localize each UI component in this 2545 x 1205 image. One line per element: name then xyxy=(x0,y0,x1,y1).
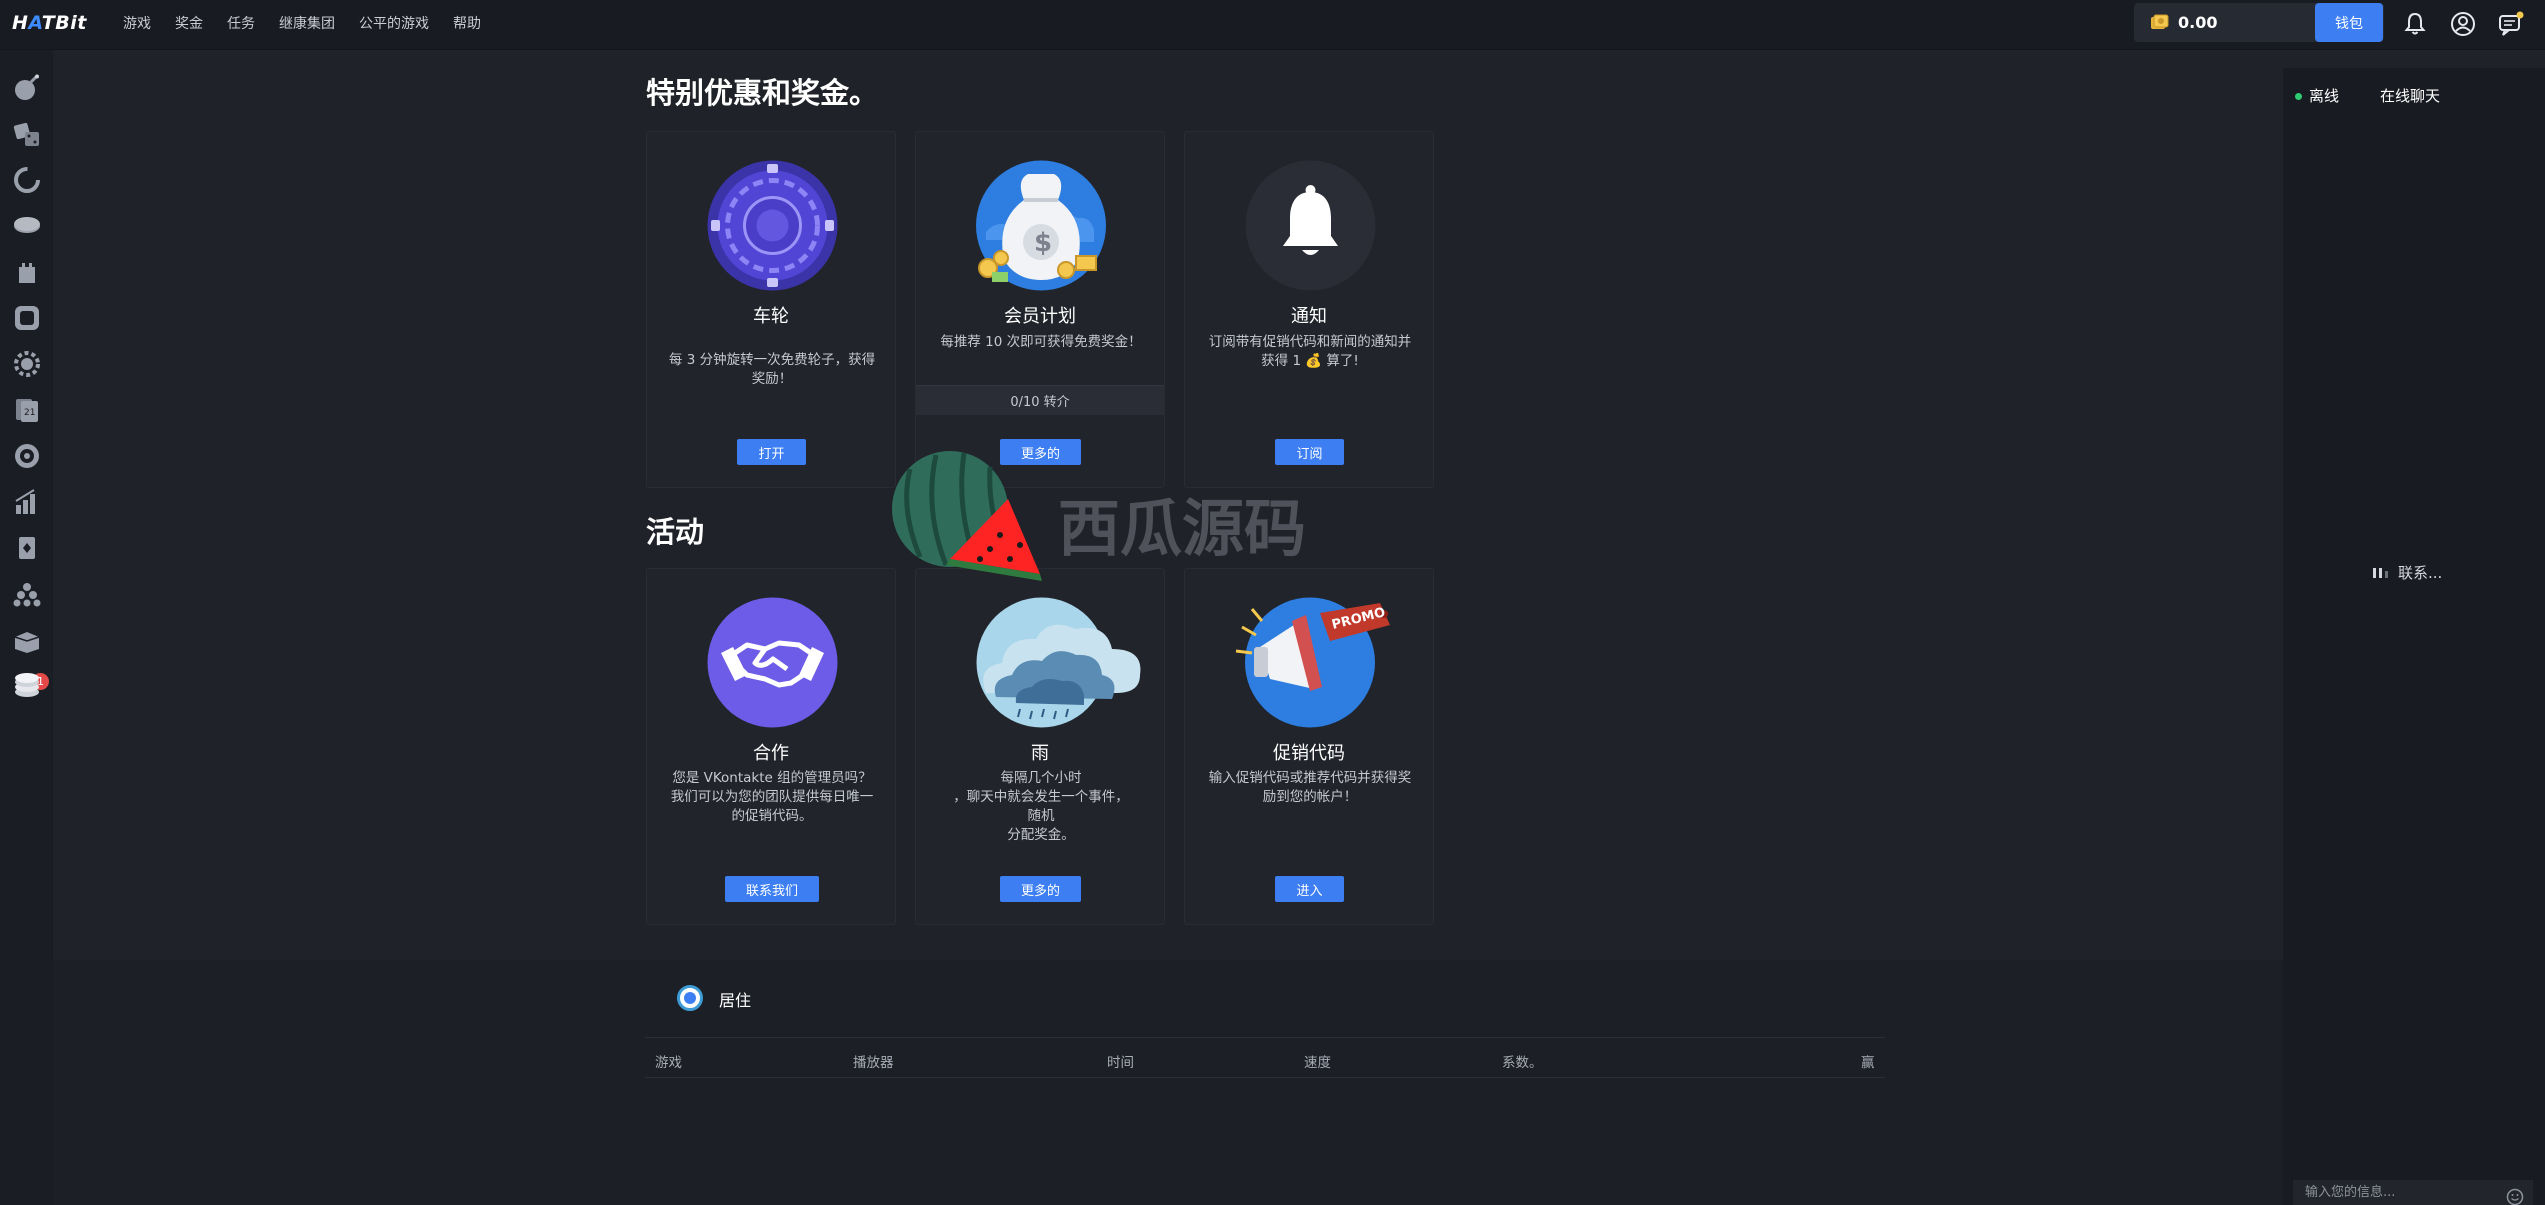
game-sidebar: 21 1 xyxy=(0,50,53,1205)
rain-more-button[interactable]: 更多的 xyxy=(1000,876,1081,902)
crash-icon[interactable] xyxy=(12,165,42,195)
col-coef: 系数。 xyxy=(1502,1055,1543,1071)
open-wheel-button[interactable]: 打开 xyxy=(737,439,806,465)
wheel-title: 车轮 xyxy=(753,306,789,327)
bell-icon[interactable] xyxy=(2401,10,2429,38)
rain-title: 雨 xyxy=(1031,743,1049,764)
chat-message-input[interactable] xyxy=(2293,1180,2533,1205)
logo[interactable]: HATBit xyxy=(12,12,87,38)
gear-wheel-icon[interactable] xyxy=(12,349,42,379)
promo-title: 促销代码 xyxy=(1273,743,1345,764)
notification-desc: 订阅带有促销代码和新闻的通知并获得 1 💰 算了! xyxy=(1208,334,1412,369)
svg-text:$: $ xyxy=(1034,228,1052,258)
rain-desc: 每隔几个小时 ，聊天中就会发生一个事件， 随机 分配奖金。 xyxy=(936,769,1146,845)
chat-panel xyxy=(2283,68,2545,1205)
wallet-button[interactable]: 钱包 xyxy=(2315,3,2383,42)
rain-desc-line: 分配奖金。 xyxy=(1007,827,1075,843)
coin-stack-icon[interactable] xyxy=(12,211,42,241)
chat-toggle-icon[interactable] xyxy=(2497,10,2525,38)
bomb-icon[interactable] xyxy=(12,73,42,103)
table-divider xyxy=(645,1077,1885,1078)
nav-tasks[interactable]: 任务 xyxy=(227,13,255,33)
referral-desc: 每推荐 10 次即可获得免费奖金！ xyxy=(940,334,1142,350)
referral-title: 会员计划 xyxy=(1004,306,1076,327)
nav-fair-games[interactable]: 公平的游戏 xyxy=(359,13,429,33)
watermark-text: 西瓜源码 xyxy=(1058,492,1307,565)
coins-icon[interactable] xyxy=(12,670,42,700)
partnership-card: 合作 您是 VKontakte 组的管理员吗？我们可以为您的团队提供每日唯一的促… xyxy=(646,568,896,925)
notification-title: 通知 xyxy=(1291,306,1327,327)
enter-promo-button[interactable]: 进入 xyxy=(1275,876,1344,902)
cards-21-icon[interactable]: 21 xyxy=(12,395,42,425)
money-bag-icon: $ xyxy=(976,160,1106,291)
handshake-icon xyxy=(707,597,838,728)
rain-desc-line: 随机 xyxy=(1027,808,1055,824)
nav-games[interactable]: 游戏 xyxy=(123,13,151,33)
user-icon[interactable] xyxy=(2449,10,2477,38)
balls-icon[interactable] xyxy=(12,579,42,609)
coin-icon xyxy=(2151,14,2169,29)
top-bar: HATBit 游戏 奖金 任务 继康集团 公平的游戏 帮助 0.00 钱包 xyxy=(0,0,2545,50)
activities-title: 活动 xyxy=(646,515,705,549)
col-player: 播放器 xyxy=(853,1055,894,1071)
card-suit-icon[interactable] xyxy=(12,533,42,563)
nav-bonus[interactable]: 奖金 xyxy=(175,13,203,33)
tab-online-chat[interactable]: 在线聊天 xyxy=(2380,85,2440,106)
nav-help[interactable]: 帮助 xyxy=(453,13,481,33)
rain-desc-line: 每隔几个小时 xyxy=(1000,770,1082,786)
nav-group[interactable]: 继康集团 xyxy=(279,13,335,33)
contact-us-button[interactable]: 联系我们 xyxy=(725,876,819,902)
roulette-icon[interactable] xyxy=(12,441,42,471)
bonuses-title: 特别优惠和奖金。 xyxy=(646,76,879,110)
notification-bell-icon xyxy=(1245,160,1376,291)
partnership-desc: 您是 VKontakte 组的管理员吗？我们可以为您的团队提供每日唯一的促销代码… xyxy=(670,770,874,824)
emoji-icon[interactable] xyxy=(2506,1188,2524,1205)
main-nav: 游戏 奖金 任务 继康集团 公平的游戏 帮助 xyxy=(123,0,505,46)
offline-status: 离线 xyxy=(2309,87,2340,105)
notification-card: 通知 订阅带有促销代码和新闻的通知并获得 1 💰 算了! 订阅 xyxy=(1184,131,1434,488)
loading-icon xyxy=(2373,567,2388,578)
rain-desc-line: ，聊天中就会发生一个事件， xyxy=(953,789,1129,805)
partnership-title: 合作 xyxy=(753,743,789,764)
tower-icon[interactable] xyxy=(12,257,42,287)
wheel-card: 车轮 每 3 分钟旋转一次免费轮子，获得奖励！ 打开 xyxy=(646,131,896,488)
referral-card: $ 会员计划 每推荐 10 次即可获得免费奖金！ 0/10 转介 更多的 xyxy=(915,131,1165,488)
cloud-rain-icon xyxy=(976,597,1141,728)
promo-megaphone-icon: PROMO xyxy=(1235,597,1390,728)
table-divider xyxy=(645,1037,1885,1038)
connecting-status: 联系... xyxy=(2372,562,2442,583)
box-icon[interactable] xyxy=(12,625,42,655)
slot-icon[interactable] xyxy=(12,303,42,333)
wheel-icon xyxy=(707,160,838,291)
promo-desc: 输入促销代码或推荐代码并获得奖励到您的帐户！ xyxy=(1208,770,1412,805)
col-win: 赢 xyxy=(1861,1055,1875,1071)
live-radio-icon[interactable] xyxy=(677,985,703,1011)
chart-up-icon[interactable] xyxy=(12,487,42,517)
live-section xyxy=(53,960,2283,1205)
referral-progress: 0/10 转介 xyxy=(916,385,1164,415)
promo-card: PROMO 促销代码 输入促销代码或推荐代码并获得奖励到您的帐户！ 进入 xyxy=(1184,568,1434,925)
svg-text:21: 21 xyxy=(24,408,35,418)
dice-icon[interactable] xyxy=(12,119,42,149)
col-game: 游戏 xyxy=(655,1055,682,1071)
col-speed: 速度 xyxy=(1304,1055,1331,1071)
balance-value: 0.00 xyxy=(2178,13,2218,32)
live-label: 居住 xyxy=(719,991,752,1010)
col-time: 时间 xyxy=(1107,1055,1134,1071)
rain-card: 雨 每隔几个小时 ，聊天中就会发生一个事件， 随机 分配奖金。 更多的 xyxy=(915,568,1165,925)
wheel-desc: 每 3 分钟旋转一次免费轮子，获得奖励！ xyxy=(668,352,876,387)
connecting-text: 联系... xyxy=(2398,564,2443,582)
status-dot xyxy=(2295,93,2302,100)
